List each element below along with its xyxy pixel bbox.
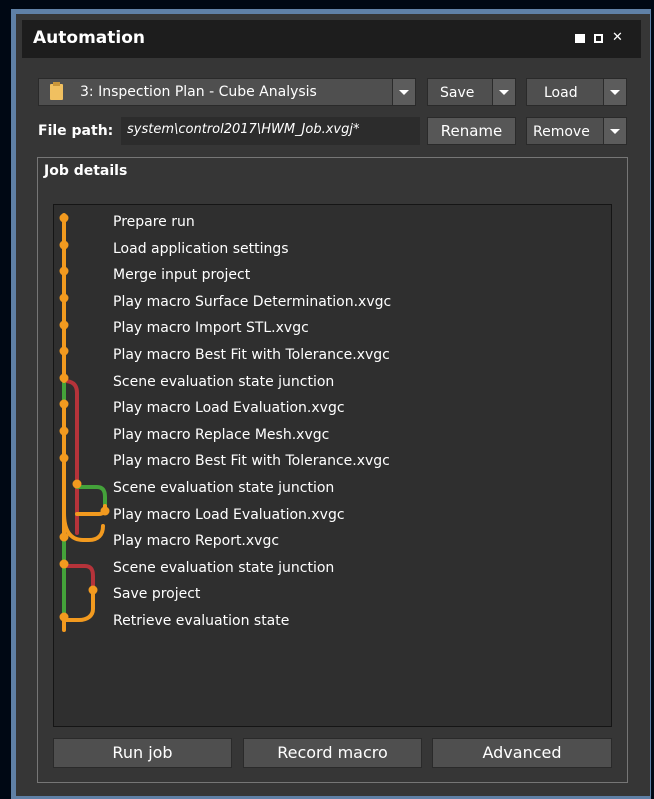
list-item[interactable]: Play macro Best Fit with Tolerance.xvgc [113, 451, 391, 478]
job-details-title: Job details [44, 163, 128, 179]
load-label: Load [544, 85, 578, 101]
rename-button[interactable]: Rename [427, 117, 516, 145]
remove-dropdown-arrow-icon[interactable] [603, 118, 626, 144]
step-node [59, 266, 69, 276]
step-node [59, 293, 69, 303]
step-node [59, 346, 69, 356]
inspection-plan-value: 3: Inspection Plan - Cube Analysis [80, 84, 317, 100]
step-node [59, 532, 69, 542]
step-node [59, 240, 69, 250]
run-job-button[interactable]: Run job [53, 738, 232, 768]
step-node [59, 399, 69, 409]
list-item[interactable]: Merge input project [113, 265, 391, 292]
list-item[interactable]: Play macro Replace Mesh.xvgc [113, 425, 391, 452]
step-node [72, 479, 82, 489]
job-steps: Prepare run Load application settings Me… [113, 212, 391, 638]
branch-line-red [62, 564, 95, 588]
list-item[interactable]: Play macro Load Evaluation.xvgc [113, 505, 391, 532]
document-icon [50, 82, 63, 100]
step-node [100, 506, 110, 516]
list-item[interactable]: Load application settings [113, 239, 391, 266]
remove-button[interactable]: Remove [526, 117, 627, 145]
branch-line-green [75, 485, 107, 508]
step-node [59, 426, 69, 436]
list-item[interactable]: Play macro Surface Determination.xvgc [113, 292, 391, 319]
step-node [88, 585, 98, 595]
advanced-button[interactable]: Advanced [432, 738, 612, 768]
list-item[interactable]: Scene evaluation state junction [113, 478, 391, 505]
list-item[interactable]: Scene evaluation state junction [113, 372, 391, 399]
remove-label: Remove [533, 124, 590, 140]
file-path-label: File path: [38, 123, 114, 139]
inspection-plan-dropdown[interactable]: 3: Inspection Plan - Cube Analysis [38, 78, 416, 106]
step-node [59, 559, 69, 569]
record-macro-button[interactable]: Record macro [243, 738, 422, 768]
list-item[interactable]: Play macro Import STL.xvgc [113, 318, 391, 345]
list-item[interactable]: Play macro Load Evaluation.xvgc [113, 398, 391, 425]
window-controls: ✕ [575, 31, 623, 45]
load-dropdown-arrow-icon[interactable] [603, 79, 626, 105]
save-label: Save [440, 85, 475, 101]
step-node [59, 320, 69, 330]
list-item[interactable]: Prepare run [113, 212, 391, 239]
save-button[interactable]: Save [427, 78, 516, 106]
close-icon[interactable]: ✕ [612, 31, 623, 44]
maximize-icon[interactable] [594, 33, 603, 43]
list-item[interactable]: Play macro Report.xvgc [113, 531, 391, 558]
list-item[interactable]: Play macro Best Fit with Tolerance.xvgc [113, 345, 391, 372]
step-node [59, 373, 69, 383]
branch-line-orange [62, 590, 95, 622]
chevron-down-icon[interactable] [392, 79, 415, 105]
window-title: Automation [33, 28, 145, 48]
list-item[interactable]: Retrieve evaluation state [113, 611, 391, 638]
step-node [59, 213, 69, 223]
load-button[interactable]: Load [526, 78, 627, 106]
list-item[interactable]: Save project [113, 584, 391, 611]
step-node [59, 612, 69, 622]
list-item[interactable]: Scene evaluation state junction [113, 558, 391, 585]
file-path-field: system\control2017\HWM_Job.xvgj* [121, 117, 420, 145]
branch-line-orange [62, 511, 105, 542]
minimize-icon[interactable] [575, 33, 585, 43]
save-dropdown-arrow-icon[interactable] [492, 79, 515, 105]
step-node [59, 453, 69, 463]
